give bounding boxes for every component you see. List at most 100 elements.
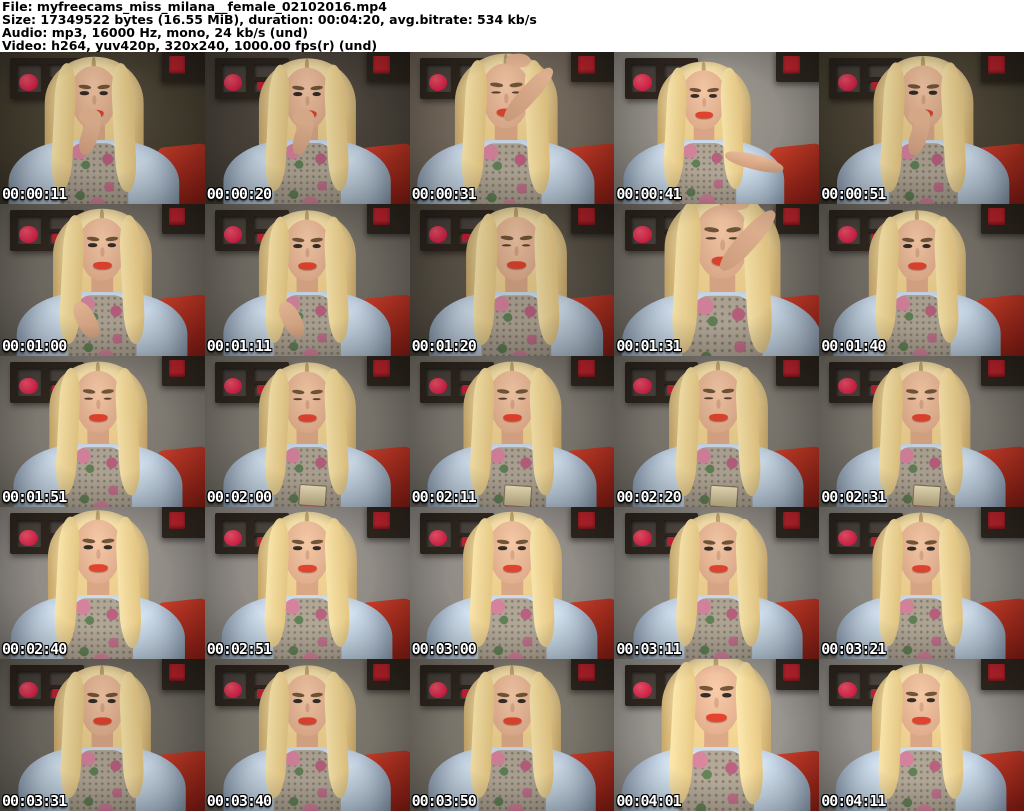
eye-left <box>293 699 303 703</box>
eye-left <box>83 545 94 550</box>
eye-left <box>293 546 303 551</box>
eyebrow-right <box>101 538 115 544</box>
webcam-scene <box>204 507 410 660</box>
lips <box>709 565 729 573</box>
video-thumbnail: 00:02:51 <box>204 507 410 660</box>
lips <box>706 713 728 722</box>
eyebrow-right <box>924 388 938 394</box>
eye-right <box>517 699 526 703</box>
woman-figure <box>205 356 410 508</box>
eyebrow-left <box>496 692 509 698</box>
nose-shadow <box>702 97 707 107</box>
video-thumbnail: 00:01:51 <box>0 355 205 508</box>
eyebrow-right <box>721 539 735 546</box>
timestamp-label: 00:01:51 <box>2 488 67 507</box>
nose-shadow <box>514 245 518 257</box>
eyebrow-right <box>720 685 735 692</box>
video-thumbnail: 00:02:00 <box>204 355 410 508</box>
lips <box>89 413 108 421</box>
eyebrow-right <box>515 692 528 698</box>
timestamp-label: 00:02:11 <box>411 488 477 507</box>
eyebrow-left <box>291 85 305 91</box>
nose-shadow <box>305 95 310 106</box>
lips <box>912 413 931 421</box>
video-thumbnail: 00:02:31 <box>819 355 1024 508</box>
webcam-scene <box>409 203 615 356</box>
webcam-scene <box>204 52 410 204</box>
woman-figure <box>410 52 615 204</box>
eyebrow-right <box>310 236 323 243</box>
timestamp-label: 00:01:11 <box>206 336 272 355</box>
webcam-scene <box>409 52 615 204</box>
nose-shadow <box>510 550 514 561</box>
webcam-scene <box>819 507 1024 660</box>
timestamp-label: 00:03:00 <box>411 640 477 659</box>
timestamp-label: 00:03:31 <box>2 791 67 810</box>
nose-shadow <box>510 398 514 409</box>
eyebrow-right <box>509 81 523 88</box>
eyebrow-left <box>86 235 100 242</box>
nose-shadow <box>915 247 920 258</box>
eye-right <box>103 397 113 400</box>
webcam-scene <box>0 52 205 204</box>
video-thumbnail: 00:00:31 <box>409 52 615 204</box>
video-thumbnail: 00:03:21 <box>819 507 1024 660</box>
eyebrow-right <box>726 226 742 233</box>
lips <box>908 261 927 270</box>
eyebrow-right <box>920 236 934 243</box>
webcam-scene <box>204 203 410 356</box>
timestamp-label: 00:00:11 <box>2 184 67 203</box>
eyebrow-right <box>310 85 323 91</box>
eyebrow-left <box>291 539 305 545</box>
nose-shadow <box>305 247 310 258</box>
video-thumbnail: 00:03:50 <box>409 659 615 811</box>
face <box>489 674 535 737</box>
woman-figure <box>205 507 410 660</box>
eyebrow-right <box>310 539 324 545</box>
eyebrow-right <box>310 692 323 698</box>
eyebrow-left <box>702 387 716 393</box>
face <box>283 521 331 585</box>
eyebrow-right <box>924 539 938 546</box>
nose-shadow <box>720 238 726 251</box>
woman-figure <box>410 204 615 356</box>
eye-right <box>103 545 113 550</box>
eyebrow-right <box>515 539 529 545</box>
eye-right <box>723 546 733 551</box>
thumbnail-grid: 00:00:11 00:00:20 00:00:31 00:00:41 00:00:51… <box>0 52 1024 811</box>
eyebrow-right <box>926 83 940 89</box>
eye-left <box>498 699 507 703</box>
nose-shadow <box>305 550 310 561</box>
timestamp-label: 00:02:20 <box>616 488 681 507</box>
face <box>492 216 540 281</box>
smartphone <box>912 483 942 508</box>
webcam-scene <box>409 507 615 660</box>
eye-right <box>99 91 109 95</box>
eyebrow-left <box>702 539 716 546</box>
eye-left <box>909 90 919 95</box>
video-thumbnail: 00:00:51 <box>819 52 1024 204</box>
woman-figure <box>0 52 201 204</box>
face <box>284 370 331 433</box>
timestamp-label: 00:04:11 <box>821 791 886 810</box>
smartphone <box>298 482 327 507</box>
woman-figure <box>205 52 410 204</box>
video-thumbnail: 00:00:11 <box>0 52 205 204</box>
timestamp-label: 00:01:40 <box>821 336 886 355</box>
eye-left <box>907 698 917 703</box>
eye-left <box>491 91 501 94</box>
eye-left <box>293 243 303 248</box>
eye-left <box>88 699 98 703</box>
webcam-scene <box>614 203 820 356</box>
woman-figure <box>205 204 410 356</box>
eyebrow-right <box>97 84 111 90</box>
timestamp-label: 00:03:21 <box>821 640 886 659</box>
eyebrow-left <box>905 388 919 394</box>
eyebrow-left <box>907 83 921 89</box>
timestamp-label: 00:03:40 <box>206 791 272 810</box>
woman-figure <box>410 507 615 660</box>
nose-shadow <box>919 550 924 561</box>
eye-left <box>498 397 507 400</box>
eye-right <box>312 243 321 248</box>
timestamp-label: 00:04:01 <box>616 791 681 810</box>
